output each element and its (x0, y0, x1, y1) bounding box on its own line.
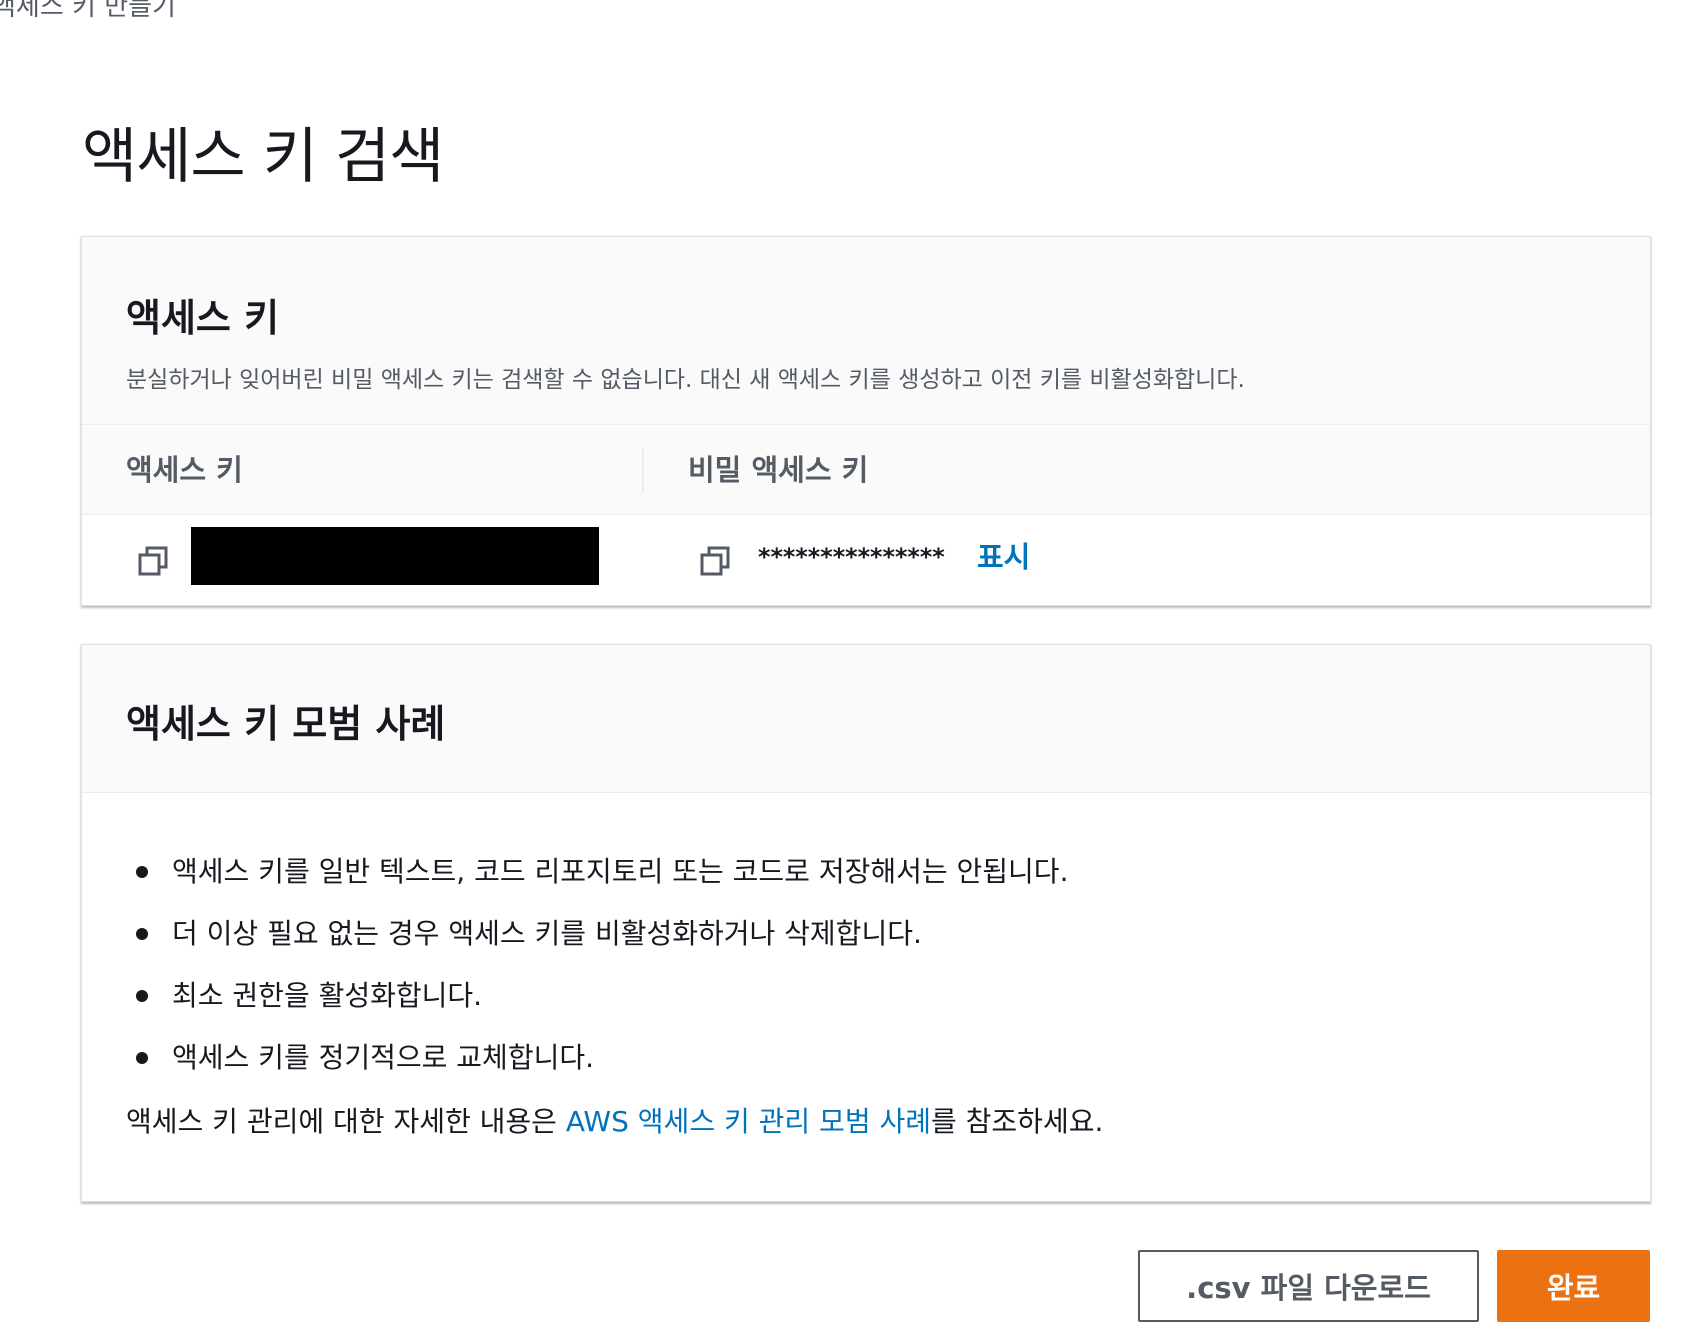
show-secret-link[interactable]: 표시 (977, 537, 1030, 577)
access-key-value-redacted (191, 527, 599, 585)
best-practices-list: 액세스 키를 일반 텍스트, 코드 리포지토리 또는 코드로 저장해서는 안됩니… (126, 841, 1606, 1089)
best-practices-footnote: 액세스 키 관리에 대한 자세한 내용은 AWS 액세스 키 관리 모범 사례를… (126, 1097, 1606, 1147)
best-practices-panel-title: 액세스 키 모범 사례 (126, 702, 446, 746)
list-item-text: 더 이상 필요 없는 경우 액세스 키를 비활성화하거나 삭제합니다. (172, 917, 922, 950)
page-title: 액세스 키 검색 (82, 122, 444, 192)
list-item: 액세스 키를 정기적으로 교체합니다. (126, 1027, 1606, 1089)
secret-key-masked-value: *************** (757, 543, 946, 571)
best-practices-panel-header: 액세스 키 모범 사례 (82, 645, 1650, 793)
list-item: 최소 권한을 활성화합니다. (126, 965, 1606, 1027)
list-item: 더 이상 필요 없는 경우 액세스 키를 비활성화하거나 삭제합니다. (126, 903, 1606, 965)
column-header-access-key: 액세스 키 (126, 453, 243, 487)
bullet (136, 1052, 148, 1064)
breadcrumb[interactable]: 액세스 키 만들기 (0, 0, 176, 23)
bullet (136, 866, 148, 878)
copy-icon[interactable] (137, 545, 169, 577)
done-button[interactable]: 완료 (1497, 1250, 1650, 1322)
column-divider (642, 447, 644, 493)
download-csv-button[interactable]: .csv 파일 다운로드 (1138, 1250, 1479, 1322)
footnote-text-after: 를 참조하세요. (931, 1105, 1104, 1138)
copy-icon[interactable] (699, 545, 731, 577)
bullet (136, 990, 148, 1002)
access-keys-panel-description: 분실하거나 잊어버린 비밀 액세스 키는 검색할 수 없습니다. 대신 새 액세… (126, 367, 1245, 393)
list-item-text: 액세스 키를 정기적으로 교체합니다. (172, 1041, 595, 1074)
list-item-text: 최소 권한을 활성화합니다. (172, 979, 483, 1012)
access-keys-panel-title: 액세스 키 (126, 296, 280, 340)
access-keys-panel: 액세스 키 분실하거나 잊어버린 비밀 액세스 키는 검색할 수 없습니다. 대… (81, 236, 1651, 606)
list-item-text: 액세스 키를 일반 텍스트, 코드 리포지토리 또는 코드로 저장해서는 안됩니… (172, 855, 1069, 888)
table-row: *************** 표시 (82, 515, 1650, 605)
best-practices-panel: 액세스 키 모범 사례 액세스 키를 일반 텍스트, 코드 리포지토리 또는 코… (81, 644, 1651, 1202)
keys-table-header: 액세스 키 비밀 액세스 키 (82, 425, 1650, 515)
access-keys-panel-header: 액세스 키 분실하거나 잊어버린 비밀 액세스 키는 검색할 수 없습니다. 대… (82, 237, 1650, 425)
list-item: 액세스 키를 일반 텍스트, 코드 리포지토리 또는 코드로 저장해서는 안됩니… (126, 841, 1606, 903)
best-practices-panel-body: 액세스 키를 일반 텍스트, 코드 리포지토리 또는 코드로 저장해서는 안됩니… (82, 793, 1650, 1147)
bullet (136, 928, 148, 940)
footnote-text-before: 액세스 키 관리에 대한 자세한 내용은 (126, 1105, 566, 1138)
column-header-secret-key: 비밀 액세스 키 (688, 453, 869, 487)
best-practices-link[interactable]: AWS 액세스 키 관리 모범 사례 (566, 1105, 931, 1138)
